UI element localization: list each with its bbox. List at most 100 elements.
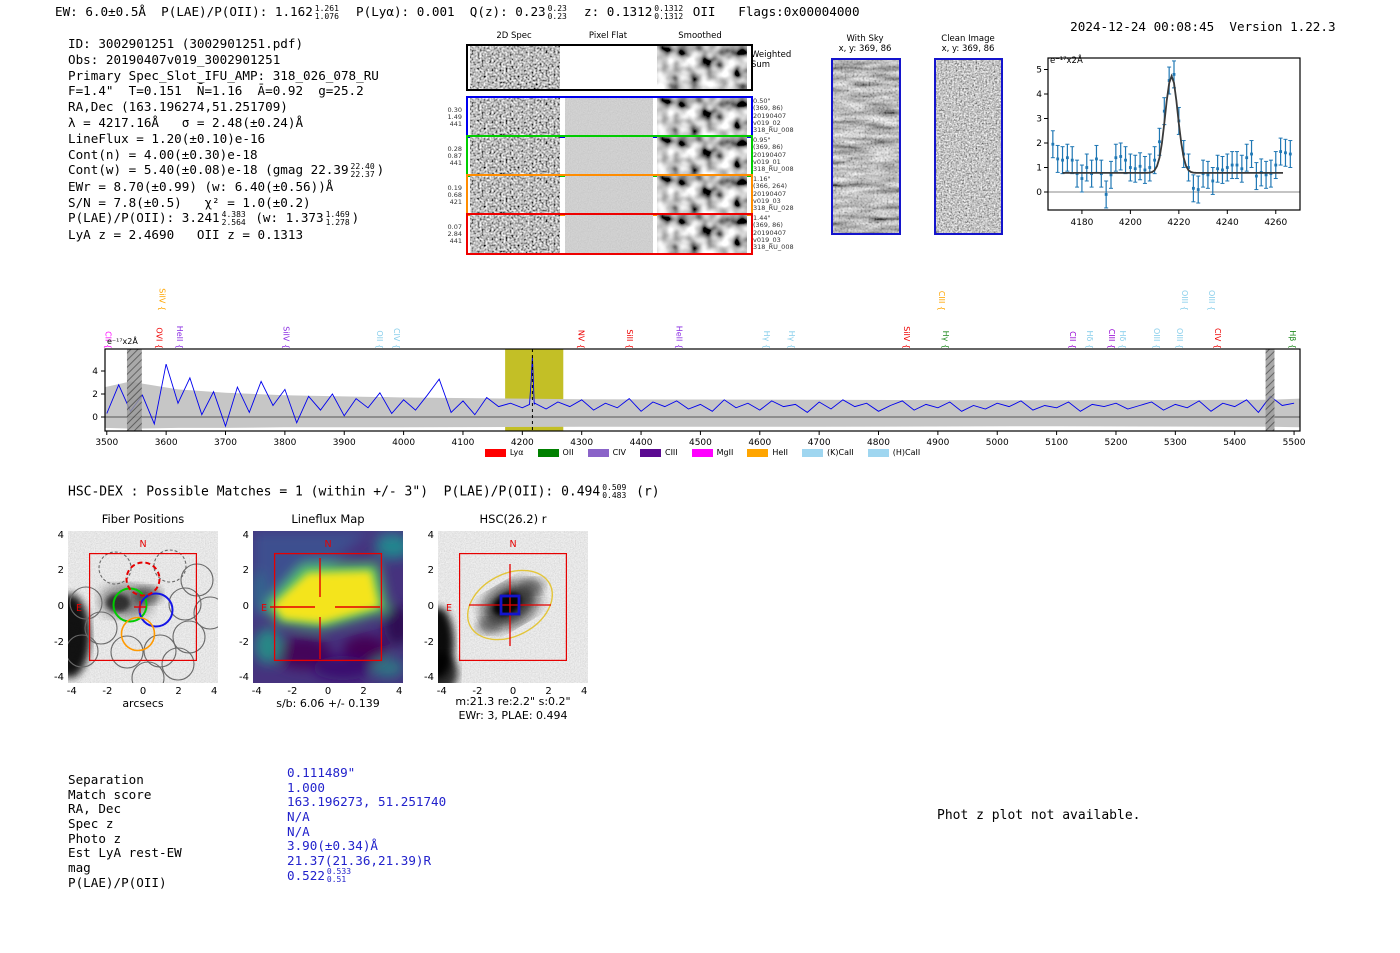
y-tick-label: -2 — [424, 636, 434, 648]
inset-plot-ylabel: e⁻¹⁷x2Å — [1050, 56, 1083, 66]
hsc-caption-plae: EWr: 3, PLAE: 0.494 — [458, 709, 568, 722]
report-summary-line: EW: 6.0±0.5Å P(LAE)/P(OII): 1.162 1.261 1.… — [55, 4, 860, 21]
lineflux-map-image: N E — [253, 531, 403, 683]
text-run: N/A — [287, 809, 310, 825]
y-tick-label: 2 — [57, 565, 64, 577]
info-line: λ = 4217.16Å σ = 2.48(±0.24)Å — [68, 115, 384, 131]
svg-text:5000: 5000 — [986, 438, 1009, 448]
y-tick-label: 2 — [427, 565, 434, 577]
svg-text:5400: 5400 — [1223, 438, 1246, 448]
legend-item: HeII — [747, 448, 788, 457]
svg-text:3900: 3900 — [333, 438, 356, 448]
match-table-row: Est LyA rest-EW 3.90(±0.34)Å — [68, 838, 498, 860]
text-run: S/N = 7.8(±0.5) χ² = 1.0(±0.2) — [68, 194, 311, 210]
svg-text:4220: 4220 — [1167, 218, 1190, 228]
x-tick-label: 2 — [360, 686, 367, 697]
spec2d-row-annotation: 1.44" (369, 86) 20190407 v019_03 318_RU_008 — [753, 214, 794, 252]
x-tick-label: -4 — [251, 686, 262, 697]
spec2d-smoothed-image — [657, 46, 747, 89]
spec2d-raw-image — [470, 137, 560, 175]
spec2d-smoothed-image — [657, 137, 747, 175]
x-tick-label: 2 — [545, 686, 552, 697]
text-run: Primary Spec_Slot_IFU_AMP: 318_026_078_R… — [68, 67, 379, 83]
with-sky-title: With Sky x, y: 369, 86 — [831, 34, 899, 54]
svg-text:2: 2 — [1036, 139, 1042, 149]
svg-text:3600: 3600 — [155, 438, 178, 448]
east-label: E — [261, 603, 267, 614]
spec2d-row-annotation: 0.95" (369, 86) 20190407 v019_01 318_RU_008 — [753, 136, 794, 174]
legend-swatch — [537, 448, 559, 457]
svg-text:4400: 4400 — [630, 438, 653, 448]
text-run: LineFlux = 1.20(±0.10)e-16 — [68, 130, 266, 146]
legend-swatch — [691, 448, 713, 457]
spec2d-row — [466, 174, 753, 216]
text-run: λ = 4217.16Å σ = 2.48(±0.24)Å — [68, 114, 304, 130]
svg-text:4300: 4300 — [570, 438, 593, 448]
lineflux-caption: s/b: 6.06 +/- 0.139 — [276, 697, 380, 710]
info-line: LineFlux = 1.20(±0.10)e-16 — [68, 131, 384, 147]
clean-image-title: Clean Image x, y: 369, 86 — [933, 34, 1003, 54]
y-tick-label: -4 — [424, 672, 434, 684]
catalog-match-table: Separation 0.111489" Match score 1.000 RA, D… — [68, 765, 498, 890]
info-line: Cont(w) = 5.40(±0.08)e-18 (gmag 22.39 22.… — [68, 162, 384, 179]
legend-swatch — [639, 448, 661, 457]
clean-image — [936, 60, 1001, 233]
text-run: 3.90(±0.34)Å — [287, 838, 378, 854]
svg-text:4100: 4100 — [452, 438, 475, 448]
spec2d-flat-image — [565, 98, 653, 136]
svg-text:4180: 4180 — [1070, 218, 1093, 228]
text-run: z: 0.1312 — [568, 4, 653, 19]
text-run: ID: 3002901251 (3002901251.pdf) — [68, 36, 304, 51]
text-run: EW: 6.0±0.5Å P(LAE)/P(OII): 1.162 — [55, 4, 313, 19]
legend-label: Lyα — [509, 448, 524, 457]
stacked-uncertainty: 0.23 0.23 — [547, 3, 567, 21]
spec2d-row — [466, 44, 753, 91]
spec2d-row-annotation: 1.16" (366, 264) 20190407 v019_03 318_RU_028 — [753, 175, 794, 213]
clean-image-title-text: Clean Image — [941, 34, 995, 44]
text-run: RA,Dec (163.196274,51.251709) — [68, 99, 288, 115]
match-table-value: N/A — [287, 809, 310, 824]
text-run: Cont(n) = 4.00(±0.30)e-18 — [68, 146, 258, 162]
legend-item: CIII — [639, 448, 678, 457]
x-tick-label: 0 — [324, 686, 332, 697]
info-line: Obs: 20190407v019_3002901251 — [68, 52, 384, 68]
match-table-value: 0.111489" — [287, 765, 355, 780]
report-timestamp: 2024-12-24 00:08:45 — [1070, 19, 1215, 34]
x-tick-label: 0 — [139, 686, 147, 697]
spec2d-flat-image — [565, 176, 653, 214]
spec2d-row — [466, 213, 753, 255]
stacked-uncertainty: 22.40 22.37 — [350, 161, 375, 179]
text-run: 163.196273, 51.251740 — [287, 794, 447, 810]
stacked-uncertainty: 1.469 1.278 — [325, 209, 350, 227]
legend-item: OII — [537, 448, 574, 457]
match-table-label: P(LAE)/P(OII) — [68, 874, 167, 890]
x-tick-label: -2 — [472, 686, 483, 697]
x-tick-label: -4 — [66, 686, 77, 697]
svg-text:4900: 4900 — [926, 438, 949, 448]
y-tick-label: -4 — [54, 672, 64, 684]
spec2d-smoothed-image — [657, 176, 747, 214]
info-line: ID: 3002901251 (3002901251.pdf) — [68, 36, 384, 52]
text-run: Cont(w) = 5.40(±0.08)e-18 (gmag 22.39 — [68, 162, 349, 178]
y-tick-label: 4 — [427, 529, 434, 541]
spec2d-col-header-smoothed: Smoothed — [678, 31, 722, 41]
text-run: ) — [376, 162, 385, 178]
clean-image-xy: x, y: 369, 86 — [941, 44, 995, 54]
text-run: OII Flags:0x00004000 — [685, 4, 860, 19]
fiber-xlabel: arcsecs — [122, 697, 164, 710]
y-tick-label: 4 — [57, 529, 64, 541]
match-table-value: 0.522 0.533 0.51 — [287, 868, 353, 885]
legend-label: CIII — [664, 448, 678, 457]
y-tick-label: 2 — [242, 565, 249, 577]
svg-text:4700: 4700 — [808, 438, 831, 448]
legend-label: HeII — [772, 448, 789, 457]
legend-swatch — [802, 448, 824, 457]
legend-item: (K)CaII — [802, 448, 854, 457]
x-tick-label: -2 — [102, 686, 113, 697]
spec2d-row — [466, 135, 753, 177]
info-line: Primary Spec_Slot_IFU_AMP: 318_026_078_R… — [68, 68, 384, 84]
svg-text:3800: 3800 — [273, 438, 296, 448]
match-table-value: 3.90(±0.34)Å — [287, 838, 378, 853]
svg-text:3: 3 — [1036, 115, 1042, 125]
spec2d-flat-blank — [565, 46, 653, 89]
